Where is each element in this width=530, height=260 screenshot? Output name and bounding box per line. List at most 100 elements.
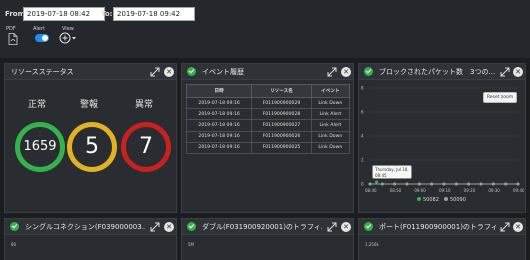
alert-label: Alert bbox=[33, 26, 45, 32]
legend-label: 50082 bbox=[423, 197, 439, 203]
cell-datetime: 2019-07-18 09:16 bbox=[185, 96, 253, 110]
tooltip-time: Thursday, Jul 18, 08:45 bbox=[375, 167, 409, 178]
tooltip-value: 0 bbox=[395, 179, 398, 184]
legend-marker bbox=[417, 197, 421, 201]
data-point-50090 bbox=[479, 182, 483, 186]
table-row[interactable]: 2019-07-18 09:16 F011900900029 Link Down bbox=[185, 96, 351, 110]
table-row[interactable]: 2019-07-18 09:16 F011900900026 Link Down bbox=[185, 130, 351, 143]
status-ok-icon bbox=[10, 222, 19, 231]
pdf-icon[interactable] bbox=[8, 33, 18, 45]
expand-icon[interactable] bbox=[150, 222, 160, 232]
y-tick-label: 6 bbox=[361, 110, 364, 115]
to-label: To: bbox=[101, 10, 113, 18]
cell-event: Link Alert bbox=[310, 119, 351, 132]
data-point-50090 bbox=[417, 182, 421, 186]
add-view-icon[interactable] bbox=[59, 32, 77, 44]
x-tick-label: 09:40 bbox=[513, 188, 524, 193]
close-icon[interactable]: ✕ bbox=[164, 67, 174, 77]
panel-title: リソースステータス bbox=[11, 68, 74, 76]
cell-event: Link Down bbox=[310, 130, 351, 143]
cell-datetime: 2019-07-18 09:16 bbox=[185, 130, 253, 143]
expand-icon[interactable] bbox=[500, 67, 510, 77]
y-tick-label: 2 bbox=[361, 158, 364, 163]
status-ok-icon bbox=[187, 67, 196, 76]
data-point-50090 bbox=[516, 182, 520, 186]
cell-resource: F011900900027 bbox=[251, 119, 312, 132]
normal-count-ring[interactable]: 1659 bbox=[15, 122, 65, 172]
single-connection-panel: シングルコネクション(F039000003... ✕ 80 bbox=[4, 218, 177, 260]
expand-icon[interactable] bbox=[500, 222, 510, 232]
legend-item-50082[interactable]: 50082 bbox=[417, 197, 439, 203]
normal-label: 正常 bbox=[28, 100, 47, 110]
panel-title: ブロックされたパケット数 3つの... bbox=[379, 68, 496, 76]
error-label: 異常 bbox=[135, 100, 154, 110]
cell-datetime: 2019-07-18 09:16 bbox=[185, 119, 253, 132]
close-icon[interactable]: ✕ bbox=[341, 67, 351, 77]
cell-resource: F011900900028 bbox=[251, 108, 312, 121]
from-date-input[interactable]: 2019-07-18 08:42 bbox=[23, 7, 105, 21]
error-count-ring[interactable]: 7 bbox=[121, 122, 171, 172]
data-point-50090 bbox=[454, 182, 458, 186]
cell-resource: F011900900029 bbox=[251, 96, 312, 110]
x-tick-label: 09:30 bbox=[488, 188, 500, 193]
legend-label: 50090 bbox=[450, 197, 466, 203]
expand-icon[interactable] bbox=[150, 67, 160, 77]
panel-title: ダブル(F031900920001)のトラフィ... bbox=[202, 223, 322, 231]
data-point-50090 bbox=[491, 182, 495, 186]
cell-resource: F011900900025 bbox=[251, 141, 312, 154]
tooltip-value-row: ● 50090: 0 bbox=[375, 179, 398, 184]
table-row[interactable]: 2019-07-18 09:16 F011900900027 Link Aler… bbox=[185, 119, 351, 132]
panel-header: ブロックされたパケット数 3つの... ✕ bbox=[359, 64, 525, 80]
warning-count-ring[interactable]: 5 bbox=[67, 122, 117, 172]
column-header-datetime[interactable]: 日時 bbox=[185, 84, 253, 98]
chart-tooltip: Thursday, Jul 18, 08:45 ● 50090: 0 bbox=[372, 165, 412, 184]
legend-marker bbox=[444, 197, 448, 201]
pdf-label: PDF bbox=[6, 26, 16, 32]
data-point-50090 bbox=[442, 182, 446, 186]
x-tick-label: 08:50 bbox=[390, 188, 402, 193]
event-table: 日時 リソース名 イベント 2019-07-18 09:16 F01190090… bbox=[185, 84, 351, 154]
y-axis-label: 80 bbox=[11, 242, 17, 247]
to-date-input[interactable]: 2019-07-18 09:42 bbox=[113, 7, 195, 21]
close-icon[interactable]: ✕ bbox=[341, 222, 351, 232]
panel-header: イベント履歴 ✕ bbox=[182, 64, 353, 80]
cell-event: Link Down bbox=[310, 96, 351, 110]
x-tick-label: 09:20 bbox=[464, 188, 476, 193]
panel-title: イベント履歴 bbox=[202, 68, 244, 76]
x-tick-label: 09:10 bbox=[439, 188, 451, 193]
status-ok-icon bbox=[364, 222, 373, 231]
table-row[interactable]: 2019-07-18 09:16 F011900900028 Link Aler… bbox=[185, 108, 351, 121]
panel-title: シングルコネクション(F039000003... bbox=[25, 223, 145, 231]
y-axis-label: 1,250k bbox=[365, 242, 379, 247]
expand-icon[interactable] bbox=[327, 67, 337, 77]
x-tick-label: 09:00 bbox=[414, 188, 426, 193]
panel-title: ポート(F011900900001)のトラフィッ... bbox=[379, 223, 497, 231]
panel-header: シングルコネクション(F039000003... ✕ bbox=[5, 219, 176, 235]
cell-datetime: 2019-07-18 09:16 bbox=[185, 141, 253, 154]
cell-event: Link Alert bbox=[310, 108, 351, 121]
warning-label: 警報 bbox=[80, 100, 99, 110]
y-tick-label: 0 bbox=[361, 182, 364, 187]
table-row[interactable]: 2019-07-18 09:16 F011900900025 Link Down bbox=[185, 141, 351, 154]
y-tick-label: 4 bbox=[361, 134, 364, 139]
column-header-event[interactable]: イベント bbox=[310, 84, 351, 98]
port-traffic-panel: ポート(F011900900001)のトラフィッ... ✕ 1,250k bbox=[358, 218, 526, 260]
double-traffic-panel: ダブル(F031900920001)のトラフィ... ✕ 5M bbox=[181, 218, 354, 260]
close-icon[interactable]: ✕ bbox=[164, 222, 174, 232]
close-icon[interactable]: ✕ bbox=[513, 222, 523, 232]
data-point-50090 bbox=[368, 182, 372, 186]
legend-item-50090[interactable]: 50090 bbox=[444, 197, 466, 203]
panel-header: ポート(F011900900001)のトラフィッ... ✕ bbox=[359, 219, 525, 235]
panel-header: ダブル(F031900920001)のトラフィ... ✕ bbox=[182, 219, 353, 235]
cell-resource: F011900900026 bbox=[251, 130, 312, 143]
y-tick-label: 8 bbox=[361, 86, 364, 91]
status-ok-icon bbox=[187, 222, 196, 231]
tooltip-series: 50090 bbox=[379, 179, 393, 184]
cell-event: Link Down bbox=[310, 141, 351, 154]
column-header-resource[interactable]: リソース名 bbox=[251, 84, 312, 98]
data-point-50090 bbox=[504, 182, 508, 186]
expand-icon[interactable] bbox=[327, 222, 337, 232]
x-tick-label: 08:40 bbox=[365, 188, 377, 193]
alert-toggle[interactable] bbox=[35, 34, 49, 42]
close-icon[interactable]: ✕ bbox=[513, 67, 523, 77]
